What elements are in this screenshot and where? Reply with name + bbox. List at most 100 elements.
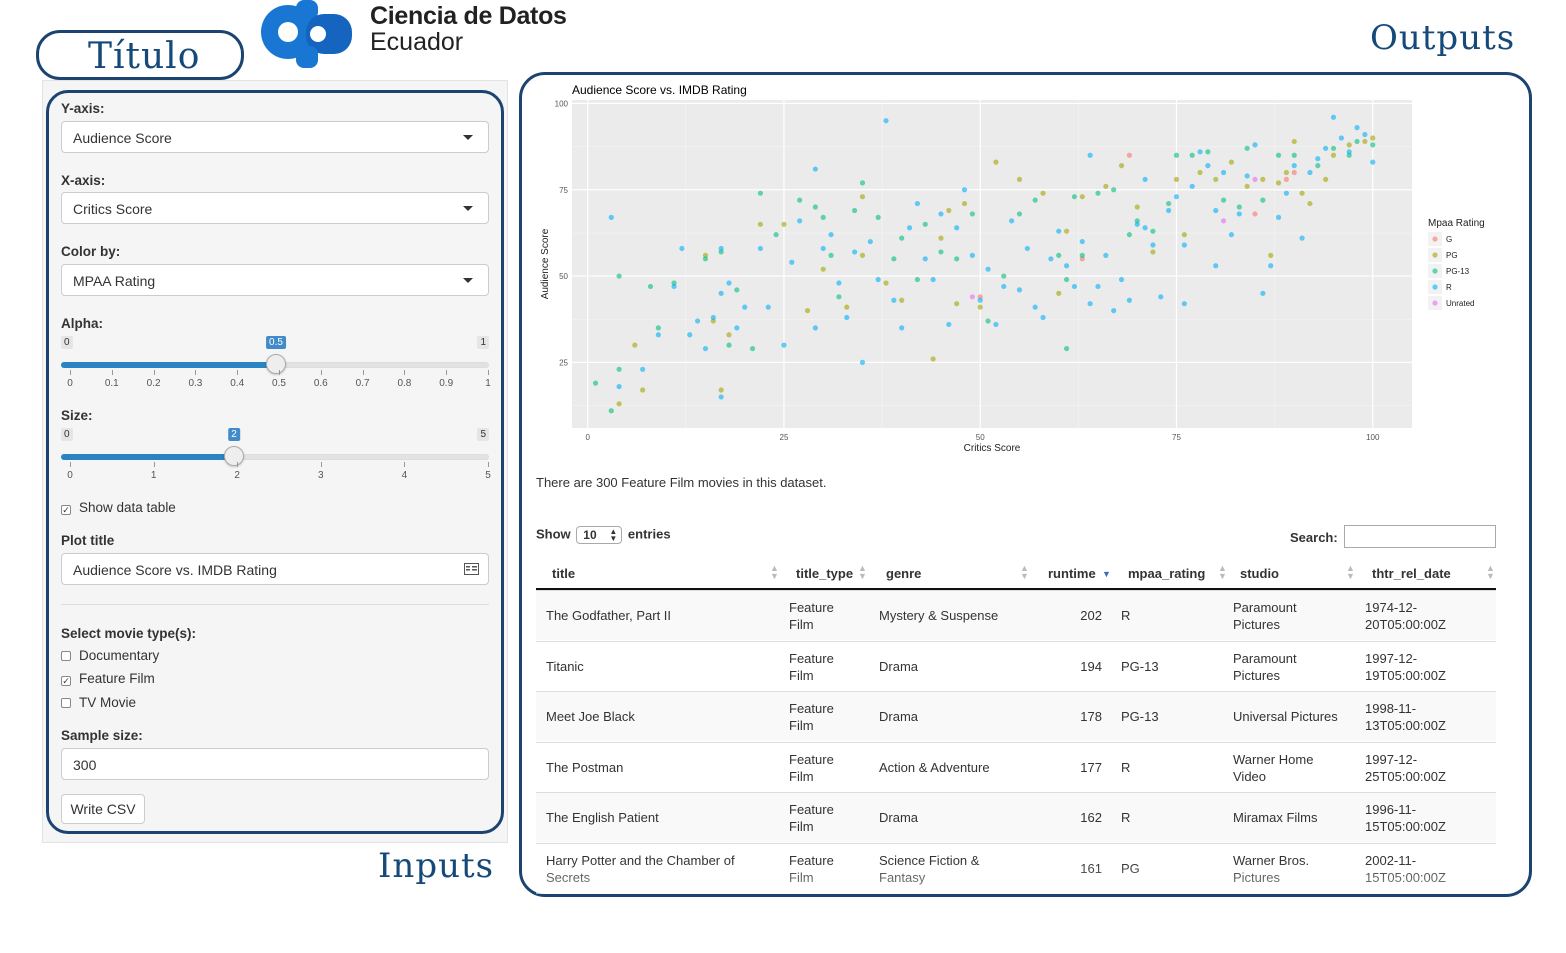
table-header: title ▲ ▼ title_type ▲ ▼ genre ▲ ▼ runtime ▼ mpaa_r… (536, 560, 1496, 590)
data-point (922, 256, 928, 262)
slider-tick-label: 1 (485, 378, 491, 389)
alpha-slider[interactable]: 0 1 0.5 0 0.1 0.2 0.3 0.4 0.5 0.6 0.7 0.8 0.9 1 (61, 336, 491, 396)
column-header-title[interactable]: title (552, 566, 575, 581)
table-cell-title: The English Patient (546, 810, 659, 825)
column-header-title-type[interactable]: title_type (796, 566, 853, 581)
slider-tick-label: 4 (401, 470, 408, 481)
table-row[interactable]: Harry Potter and the Chamber of Secrets Fe… (536, 842, 1496, 893)
slider-fill (61, 454, 235, 460)
slider-handle[interactable] (224, 446, 244, 466)
show-table-checkbox[interactable]: ✓ Show data table (61, 500, 176, 515)
data-point (1001, 273, 1007, 279)
data-point (1016, 176, 1023, 183)
table-row[interactable]: The Godfather, Part II Feature Film Mystery… (536, 590, 1496, 640)
table-cell-genre: Action & Adventure (879, 759, 990, 775)
table-row[interactable]: The Postman Feature Film Action & Adventure… (536, 741, 1496, 792)
slider-tick (488, 462, 489, 467)
data-point (671, 283, 677, 290)
column-header-runtime[interactable]: runtime (1048, 566, 1096, 581)
data-point (742, 304, 748, 310)
data-point (1275, 152, 1282, 158)
plot-title-value: Audience Score vs. IMDB Rating (73, 562, 277, 578)
table-row[interactable]: Meet Joe Black Feature Film Drama 178 PG-13 Un… (536, 691, 1496, 741)
slider-tick (237, 462, 239, 467)
y-axis-select[interactable]: Audience Score (61, 121, 489, 153)
sort-icon[interactable]: ▲ ▼ (1218, 564, 1227, 581)
column-header-genre[interactable]: genre (886, 566, 921, 581)
size-slider[interactable]: 0 5 2 0 1 2 3 4 5 (61, 428, 491, 488)
data-point (781, 221, 787, 227)
data-point (640, 387, 646, 393)
divider (61, 604, 489, 605)
table-row[interactable]: Titanic Feature Film Drama 194 PG-13 Paramount… (536, 640, 1496, 691)
data-point (655, 325, 661, 331)
data-point (1299, 235, 1305, 241)
column-header-mpaa-rating[interactable]: mpaa_rating (1128, 566, 1205, 581)
checkbox-unchecked-icon[interactable] (61, 698, 71, 708)
slider-tick-label: 0.5 (272, 378, 286, 389)
data-point (749, 345, 756, 352)
data-point (757, 245, 764, 252)
checkbox-unchecked-icon[interactable] (61, 651, 71, 661)
data-point (1299, 190, 1305, 196)
sort-desc-icon[interactable]: ▼ (1102, 570, 1111, 579)
data-point (757, 221, 764, 227)
legend-swatch (1432, 300, 1438, 306)
column-header-thtr-rel-date[interactable]: thtr_rel_date (1372, 566, 1451, 581)
table-cell-title: The Postman (546, 759, 624, 775)
checkbox-checked-icon[interactable]: ✓ (61, 505, 71, 515)
sample-size-input[interactable]: 300 (61, 748, 489, 780)
data-point (1205, 163, 1211, 169)
checkbox-checked-icon[interactable]: ✓ (61, 676, 71, 686)
data-point (1079, 194, 1085, 200)
page-length-select[interactable]: 10 ▲ ▼ (576, 526, 623, 544)
data-point (734, 325, 740, 331)
data-point (1307, 200, 1313, 207)
sort-icon[interactable]: ▲ ▼ (858, 564, 867, 581)
table-cell-studio: Warner Bros. Pictures (1233, 852, 1310, 885)
data-point (1166, 200, 1172, 207)
data-point (844, 314, 850, 321)
sort-icon[interactable]: ▲ ▼ (1020, 564, 1029, 581)
slider-tick (488, 370, 489, 375)
slider-tick-label: 0 (67, 378, 73, 389)
data-point (1142, 225, 1148, 231)
write-csv-button[interactable]: Write CSV (61, 794, 145, 824)
movie-type-tv-movie[interactable]: TV Movie (61, 695, 136, 710)
outputs-annotation: Outputs (1370, 18, 1516, 58)
data-point (695, 318, 701, 324)
data-point (1063, 263, 1070, 269)
data-point (1244, 183, 1250, 189)
data-point (1362, 138, 1368, 145)
slider-tick-label: 0.3 (188, 378, 203, 389)
search-input[interactable] (1344, 525, 1496, 548)
slider-handle[interactable] (266, 354, 286, 374)
data-point (1370, 135, 1376, 141)
data-point (1016, 211, 1023, 217)
sort-icon[interactable]: ▲ ▼ (1486, 564, 1495, 581)
data-point (875, 214, 881, 220)
x-tick-label: 100 (1366, 433, 1380, 442)
table-row[interactable]: The English Patient Feature Film Drama 162 R M… (536, 792, 1496, 842)
data-point (1181, 301, 1187, 307)
data-point (1236, 204, 1242, 210)
data-point (1228, 159, 1235, 165)
sort-icon[interactable]: ▲ ▼ (770, 564, 779, 581)
x-axis-select[interactable]: Critics Score (61, 192, 489, 224)
slider-tick-label: 0.2 (146, 378, 161, 389)
plot-title-input[interactable]: Audience Score vs. IMDB Rating (61, 553, 489, 585)
data-point (1260, 176, 1266, 183)
table-cell-mpaa-rating: PG-13 (1121, 658, 1159, 674)
data-point (946, 321, 952, 328)
data-point (1354, 138, 1360, 145)
data-point (1346, 142, 1352, 148)
data-point (1260, 290, 1266, 296)
color-by-select[interactable]: MPAA Rating (61, 264, 489, 296)
movie-type-feature-film[interactable]: ✓ Feature Film (61, 671, 155, 686)
movie-type-documentary[interactable]: Documentary (61, 648, 159, 663)
data-point (718, 290, 724, 296)
sort-icon[interactable]: ▲ ▼ (1346, 564, 1355, 581)
logo-text-line2: Ecuador (370, 28, 464, 56)
show-table-label: Show data table (79, 500, 176, 515)
column-header-studio[interactable]: studio (1240, 566, 1279, 581)
